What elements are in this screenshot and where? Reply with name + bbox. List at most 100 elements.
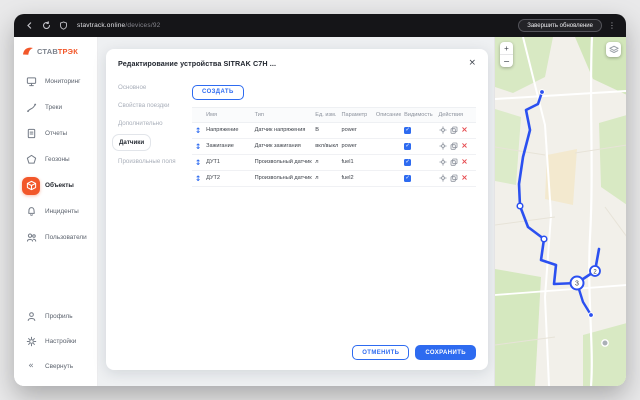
col-actions: Действия <box>436 107 476 122</box>
logo-prefix: СТАВ <box>37 47 58 56</box>
app: СТАВТРЭК Мониторинг Треки Отчеты <box>14 37 626 386</box>
sensor-name: Зажигание <box>203 138 252 154</box>
address-bar[interactable]: stavtrack.online/devices/92 <box>77 22 160 29</box>
map-zoom-control: + − <box>500 42 513 67</box>
zoom-out-button[interactable]: − <box>500 55 513 67</box>
sidebar-item-incidents[interactable]: Инциденты <box>22 201 90 222</box>
objects-icon <box>22 177 40 195</box>
brand-mark-icon <box>22 45 34 57</box>
sensor-settings-icon[interactable] <box>439 174 447 182</box>
table-row: ↕ ДУТ1 Произвольный датчик л fuel1 ✓ <box>192 154 476 170</box>
sidebar-item-label: Геозоны <box>45 156 70 163</box>
create-sensor-button[interactable]: СОЗДАТЬ <box>192 85 244 100</box>
col-desc: Описание <box>373 107 401 122</box>
back-icon[interactable] <box>24 20 35 31</box>
map-canvas[interactable]: 2 3 <box>495 37 626 386</box>
sidebar-collapse-button[interactable]: « Свернуть <box>22 356 90 377</box>
collapse-icon: « <box>28 362 34 371</box>
sidebar-item-settings[interactable]: Настройки <box>22 331 90 352</box>
tab-additional[interactable]: Дополнительно <box>118 120 184 127</box>
close-icon[interactable]: × <box>468 59 476 67</box>
url-domain: stavtrack.online <box>77 22 125 29</box>
shield-icon <box>58 20 69 31</box>
waypoint-dot[interactable] <box>541 236 547 242</box>
delete-icon[interactable]: × <box>461 174 469 182</box>
sidebar-item-profile[interactable]: Профиль <box>22 306 90 327</box>
sidebar-item-objects[interactable]: Объекты <box>22 175 90 196</box>
sidebar-item-label: Мониторинг <box>45 78 80 85</box>
map-marker-3[interactable]: 3 <box>571 277 584 290</box>
delete-icon[interactable]: × <box>461 158 469 166</box>
table-row: ↕ ДУТ2 Произвольный датчик л fuel2 ✓ <box>192 170 476 186</box>
drag-handle-icon[interactable]: ↕ <box>195 126 201 135</box>
finish-update-button[interactable]: Завершить обновление <box>518 19 602 32</box>
sensor-desc <box>373 170 401 186</box>
sensor-param: fuel2 <box>339 170 373 186</box>
sensor-settings-icon[interactable] <box>439 158 447 166</box>
visibility-checkbox[interactable]: ✓ <box>404 159 411 166</box>
drag-handle-icon[interactable]: ↕ <box>195 174 201 183</box>
tab-main[interactable]: Основное <box>118 84 184 91</box>
delete-icon[interactable]: × <box>461 126 469 134</box>
tab-sensors[interactable]: Датчики <box>112 134 151 151</box>
poi-dot[interactable] <box>602 340 608 346</box>
sensor-desc <box>373 138 401 154</box>
zoom-in-button[interactable]: + <box>500 42 513 54</box>
sidebar-footer: Профиль Настройки « Свернуть <box>22 306 90 377</box>
sidebar-item-label: Свернуть <box>45 363 73 370</box>
desktop: stavtrack.online/devices/92 Завершить об… <box>0 0 640 400</box>
browser-window: stavtrack.online/devices/92 Завершить об… <box>14 14 626 386</box>
map-layers-button[interactable] <box>606 42 621 57</box>
sidebar-item-label: Объекты <box>45 182 74 189</box>
col-type: Тип <box>252 107 313 122</box>
sidebar-item-tracks[interactable]: Треки <box>22 97 90 118</box>
modal-title: Редактирование устройства SITRAK C7H ... <box>118 59 276 68</box>
cancel-button[interactable]: ОТМЕНИТЬ <box>352 345 409 360</box>
visibility-checkbox[interactable]: ✓ <box>404 127 411 134</box>
report-icon <box>22 125 40 143</box>
browser-menu-icon[interactable]: ⋮ <box>608 22 616 30</box>
delete-icon[interactable]: × <box>461 142 469 150</box>
users-icon <box>22 229 40 247</box>
save-button[interactable]: СОХРАНИТЬ <box>415 345 476 360</box>
sidebar-item-users[interactable]: Пользователи <box>22 227 90 248</box>
route-start-dot <box>540 90 545 95</box>
sensor-settings-icon[interactable] <box>439 126 447 134</box>
sensors-panel: СОЗДАТЬ Имя Тип <box>184 80 476 187</box>
sidebar: СТАВТРЭК Мониторинг Треки Отчеты <box>14 37 98 386</box>
sensor-settings-icon[interactable] <box>439 142 447 150</box>
sidebar-item-label: Отчеты <box>45 130 67 137</box>
copy-icon[interactable] <box>450 158 458 166</box>
visibility-checkbox[interactable]: ✓ <box>404 175 411 182</box>
sidebar-item-geofences[interactable]: Геозоны <box>22 149 90 170</box>
route-end-dot <box>589 313 594 318</box>
drag-handle-icon[interactable]: ↕ <box>195 158 201 167</box>
sidebar-item-label: Треки <box>45 104 62 111</box>
sensor-type: Датчик напряжения <box>252 122 313 138</box>
visibility-checkbox[interactable]: ✓ <box>404 143 411 150</box>
monitor-icon <box>22 73 40 91</box>
content-backdrop: Редактирование устройства SITRAK C7H ...… <box>98 37 494 386</box>
sensor-type: Произвольный датчик <box>252 154 313 170</box>
sidebar-item-monitoring[interactable]: Мониторинг <box>22 71 90 92</box>
map-marker-2[interactable]: 2 <box>590 266 600 276</box>
sidebar-item-label: Инциденты <box>45 208 79 215</box>
tab-custom-fields[interactable]: Произвольные поля <box>118 158 184 165</box>
sidebar-item-label: Пользователи <box>45 234 87 241</box>
copy-icon[interactable] <box>450 142 458 150</box>
table-row: ↕ Зажигание Датчик зажигания вкл/выкл po… <box>192 138 476 154</box>
refresh-icon[interactable] <box>41 20 52 31</box>
sidebar-item-reports[interactable]: Отчеты <box>22 123 90 144</box>
waypoint-dot[interactable] <box>517 203 523 209</box>
copy-icon[interactable] <box>450 174 458 182</box>
drag-handle-icon[interactable]: ↕ <box>195 142 201 151</box>
col-drag <box>192 107 203 122</box>
brand-logo: СТАВТРЭК <box>22 45 90 57</box>
copy-icon[interactable] <box>450 126 458 134</box>
tab-trip-properties[interactable]: Свойства поездки <box>118 102 184 109</box>
sensors-table: Имя Тип Ед. изм. Параметр Описание Видим… <box>192 107 476 187</box>
map-panel[interactable]: 2 3 + − <box>494 37 626 386</box>
geofence-icon <box>22 151 40 169</box>
sensor-type: Датчик зажигания <box>252 138 313 154</box>
sensor-unit: вкл/выкл <box>312 138 338 154</box>
